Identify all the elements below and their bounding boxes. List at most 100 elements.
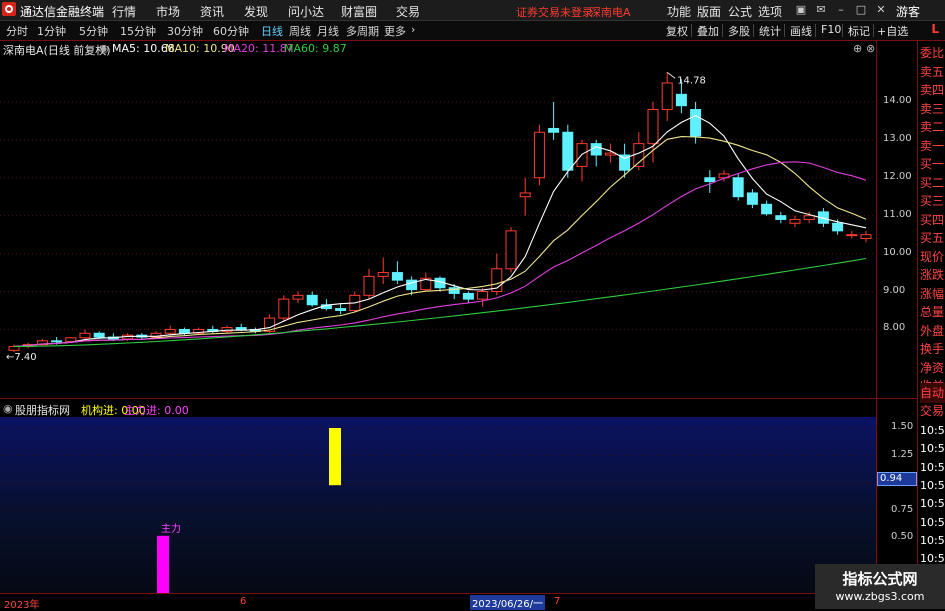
- quote-field-label: 换手: [920, 342, 945, 356]
- candle-body: [533, 131, 545, 179]
- message-icon[interactable]: ✉: [813, 2, 829, 17]
- candle-body: [505, 230, 517, 270]
- candlestick-chart[interactable]: 14.78 ←7.40: [0, 56, 876, 366]
- quote-field-label: 卖四: [920, 83, 945, 97]
- tick-time: 10:53: [920, 515, 945, 529]
- quote-field-label: 涨幅: [920, 286, 945, 301]
- quote-field-label: 卖二: [920, 120, 945, 134]
- menu-caifuquan[interactable]: 财富圈: [341, 3, 377, 20]
- quote-field-label: 净资: [920, 360, 945, 375]
- candle: [221, 325, 233, 334]
- period-more[interactable]: 更多: [384, 23, 406, 39]
- candle: [789, 215, 801, 228]
- price-tick-label: 14.00: [883, 94, 912, 106]
- menu-faxian[interactable]: 发现: [244, 3, 268, 20]
- period-5min[interactable]: 5分钟: [79, 23, 108, 39]
- high-price-label: 14.78: [677, 75, 706, 86]
- period-fenshi[interactable]: 分时: [6, 23, 28, 39]
- app-logo-icon: [2, 2, 16, 16]
- tick-time: 10:53: [920, 460, 945, 474]
- candle-body: [803, 215, 815, 220]
- candle-body: [462, 292, 474, 300]
- tool-f10[interactable]: F10: [821, 23, 841, 36]
- quote-field-label: 现价: [920, 249, 945, 264]
- separator: [753, 24, 754, 37]
- period-1min[interactable]: 1分钟: [37, 23, 66, 39]
- watermark-url: www.zbgs3.com: [835, 590, 925, 603]
- quote-field-label: 买一: [920, 157, 945, 171]
- tick-time: 10:53: [920, 497, 945, 511]
- menu-wenxiaoda[interactable]: 问小达: [288, 3, 324, 20]
- separator: [873, 24, 874, 37]
- chevron-right-icon[interactable]: ›: [411, 23, 415, 36]
- app-title: 通达信金融终端: [20, 5, 105, 19]
- menu-gongneng[interactable]: 功能: [667, 3, 691, 20]
- user-label[interactable]: 游客: [896, 3, 920, 20]
- watermark-title: 指标公式网: [842, 570, 918, 588]
- candle-body: [178, 328, 190, 334]
- menu-gongshi[interactable]: 公式: [728, 3, 752, 20]
- candle-body: [647, 109, 659, 145]
- tool-huaxian[interactable]: 画线: [790, 23, 812, 39]
- tool-add-watchlist[interactable]: +自选: [877, 23, 908, 39]
- skin-icon[interactable]: ▣: [793, 2, 809, 17]
- tool-duogu[interactable]: 多股: [728, 23, 750, 39]
- indicator-settings-icon[interactable]: ◉: [3, 402, 13, 415]
- period-monthly[interactable]: 月线: [317, 23, 339, 39]
- menu-hangqing[interactable]: 行情: [112, 3, 136, 20]
- period-weekly[interactable]: 周线: [289, 23, 311, 39]
- price-tick-label: 10.00: [883, 246, 912, 258]
- candle-body: [661, 82, 673, 111]
- candle-body: [477, 291, 489, 300]
- maximize-icon[interactable]: □: [853, 2, 869, 17]
- menu-zixun[interactable]: 资讯: [200, 3, 224, 20]
- candle-body: [51, 340, 63, 343]
- menu-bar: 通达信金融终端 行情 市场 资讯 发现 问小达 财富圈 交易 证券交易未登录 深…: [0, 0, 945, 21]
- minimize-icon[interactable]: –: [833, 2, 849, 17]
- tool-tongji[interactable]: 统计: [759, 23, 781, 39]
- tool-fuquan[interactable]: 复权: [666, 23, 688, 39]
- indicator-tick-label: 1.50: [891, 421, 914, 432]
- candle-body: [292, 294, 304, 300]
- candle: [477, 287, 489, 307]
- tool-biaoji[interactable]: 标记: [848, 23, 870, 39]
- menu-jiaoyi[interactable]: 交易: [396, 3, 420, 20]
- auto-trade-toggle[interactable]: 自动: [920, 383, 945, 403]
- period-15min[interactable]: 15分钟: [120, 23, 156, 39]
- candle-body: [548, 127, 560, 133]
- link-letter[interactable]: L: [931, 22, 939, 36]
- menu-xuanxiang[interactable]: 选项: [758, 3, 782, 20]
- trade-tab[interactable]: 交易: [920, 401, 945, 421]
- candle-body: [860, 234, 872, 239]
- tool-diejia[interactable]: 叠加: [697, 23, 719, 39]
- candle-body: [335, 308, 347, 311]
- candle: [533, 124, 545, 186]
- close-panel-icon[interactable]: ⊗: [866, 42, 875, 55]
- panel-divider: [0, 398, 917, 399]
- candle: [278, 295, 290, 322]
- tick-time: 10:53: [920, 442, 945, 456]
- price-tick-label: 9.00: [883, 284, 906, 296]
- period-daily[interactable]: 日线: [261, 23, 283, 39]
- indicator-tick-label: 1.25: [891, 448, 914, 460]
- period-30min[interactable]: 30分钟: [167, 23, 203, 39]
- period-multi[interactable]: 多周期: [346, 23, 379, 39]
- indicator-chart[interactable]: 机构主力: [0, 417, 876, 593]
- close-icon[interactable]: ✕: [873, 2, 889, 17]
- login-warning[interactable]: 证券交易未登录: [516, 4, 593, 20]
- quote-field-label: 买四: [920, 212, 945, 227]
- candle-body: [306, 294, 318, 306]
- ma10-line: [13, 136, 867, 348]
- period-60min[interactable]: 60分钟: [213, 23, 249, 39]
- candle-body: [846, 234, 858, 237]
- settings-circle-icon[interactable]: ◉: [99, 42, 109, 55]
- candle: [391, 261, 403, 284]
- menu-banmian[interactable]: 版面: [697, 3, 721, 20]
- menu-shichang[interactable]: 市场: [156, 3, 180, 20]
- candle-body: [65, 337, 77, 343]
- tick-time: 10:53: [920, 424, 945, 437]
- zoom-icon[interactable]: ⊕: [853, 42, 862, 55]
- candle: [292, 291, 304, 303]
- candle: [36, 338, 48, 347]
- separator: [842, 24, 843, 37]
